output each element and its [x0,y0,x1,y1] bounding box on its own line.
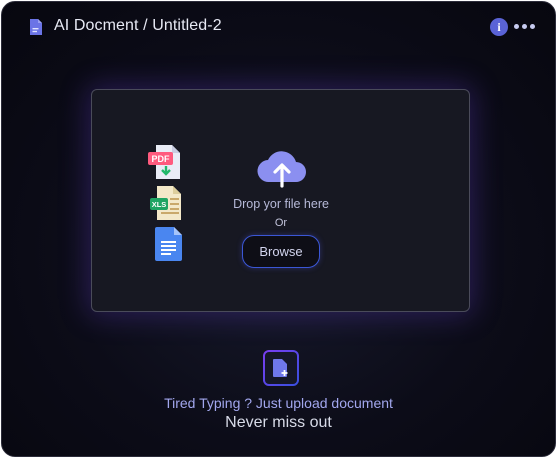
tagline: Tired Typing ? Just upload document [164,395,393,411]
upload-document-icon[interactable] [263,350,299,386]
svg-text:PDF: PDF [152,154,171,164]
browse-button[interactable]: Browse [242,235,320,268]
header: AI Docment / Untitled-2 i [2,2,555,50]
more-dot [514,24,519,29]
file-dropzone[interactable]: PDF XLS Drop yor file here Or Browse [91,89,470,312]
pdf-file-icon: PDF [148,145,180,179]
cloud-upload-icon [257,151,306,188]
document-icon [30,19,42,35]
info-icon[interactable]: i [490,18,508,36]
more-dot [522,24,527,29]
google-doc-icon [155,227,182,261]
or-label: Or [274,217,288,229]
more-options-icon[interactable] [514,24,535,29]
subtagline: Never miss out [225,414,332,431]
more-dot [530,24,535,29]
file-plus-icon [273,359,288,377]
svg-text:XLS: XLS [152,200,167,209]
xls-file-icon: XLS [150,186,181,220]
app-window: AI Docment / Untitled-2 i PDF XLS Drop y… [1,1,556,457]
drop-label: Drop yor file here [233,197,329,211]
page-title: AI Docment / Untitled-2 [54,17,222,34]
